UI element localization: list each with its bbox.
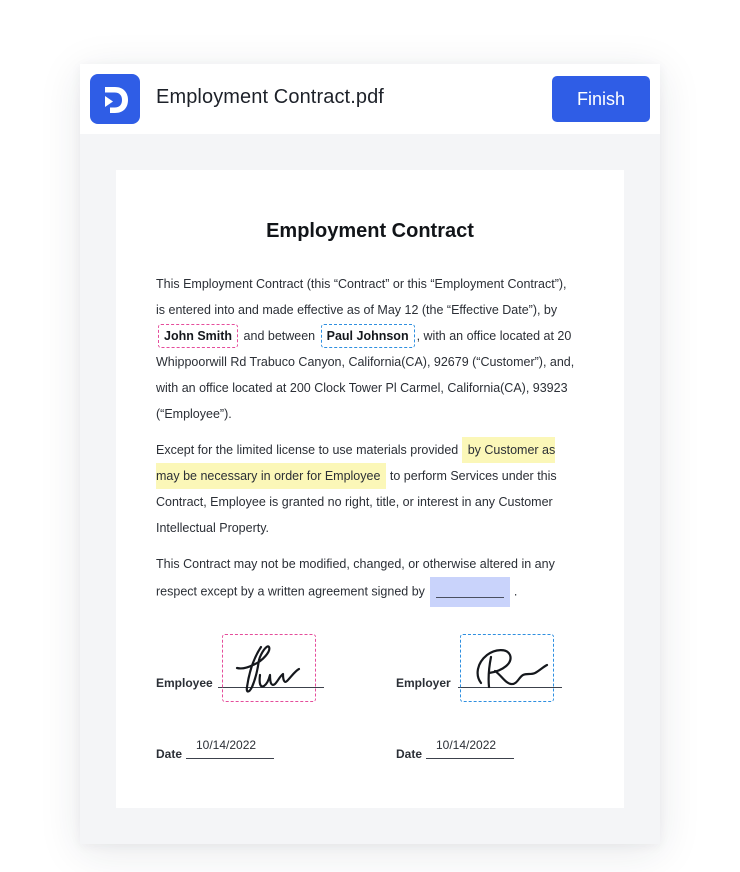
paragraph-modification: This Contract may not be modified, chang… [156,551,576,607]
party-employer-field[interactable]: Paul Johnson [320,324,415,348]
employer-signature-field[interactable] [460,634,554,702]
finish-button[interactable]: Finish [552,76,650,122]
employee-signature-field[interactable] [222,634,316,702]
document-title: Employment Contract [266,220,474,242]
employee-date-line [186,758,274,759]
employee-date-value[interactable]: 10/14/2022 [196,738,256,752]
empty-signer-field[interactable] [430,577,511,607]
paragraph-end: . [513,584,518,599]
paragraph-license: Except for the limited license to use ma… [156,437,576,541]
document-page: Employment Contract This Employment Cont… [116,170,624,808]
blank-underline [436,597,505,598]
employer-signature-image [476,649,549,689]
employer-date-line [426,758,514,759]
paragraph-intro: This Employment Contract (this “Contract… [156,271,576,427]
employer-date-label: Date [396,747,423,761]
paragraph-text: Except for the limited license to use ma… [156,443,459,457]
paragraph-text: This Employment Contract (this “Contract… [156,277,567,317]
paragraph-text: and between [243,329,316,343]
employee-date-label: Date [156,747,183,761]
top-bar: Employment Contract.pdf Finish [80,64,660,134]
page-background: Employment Contract.pdf Finish Employmen… [0,0,740,872]
employee-signature-image [235,645,301,693]
docs-logo-icon[interactable] [90,74,140,124]
document-viewer: Employment Contract.pdf Finish Employmen… [80,64,660,844]
employer-date-value[interactable]: 10/14/2022 [436,738,496,752]
employee-label: Employee [156,676,213,690]
party-employee-field[interactable]: John Smith [158,324,239,348]
employer-label: Employer [396,676,451,690]
file-name: Employment Contract.pdf [156,86,384,108]
